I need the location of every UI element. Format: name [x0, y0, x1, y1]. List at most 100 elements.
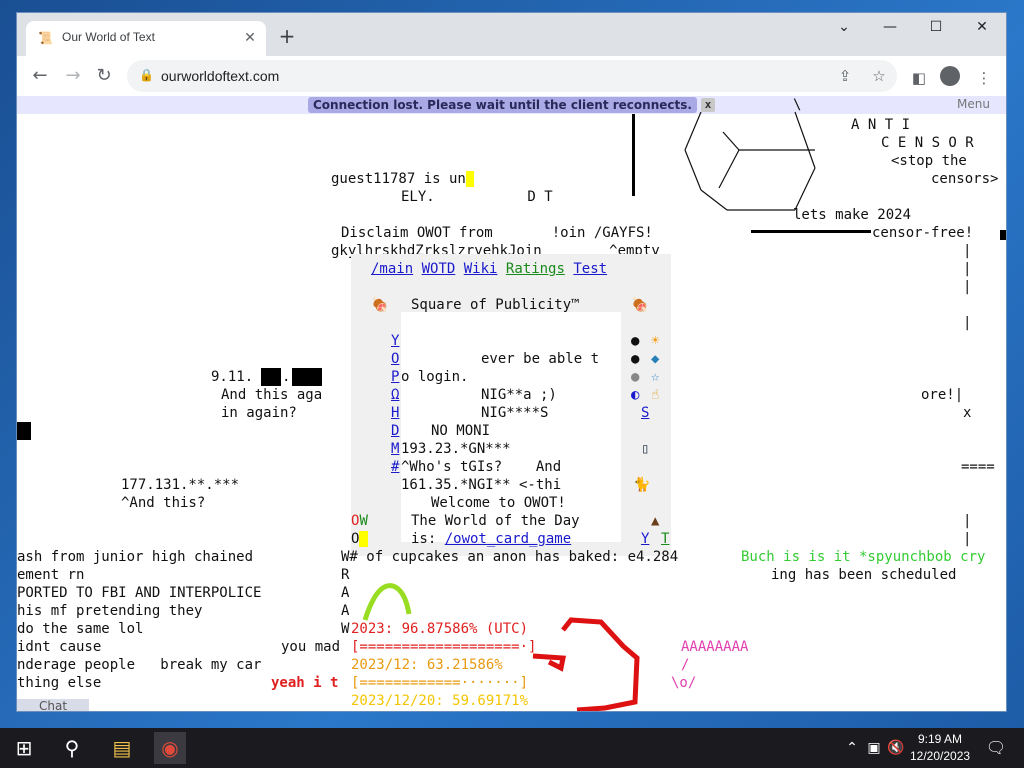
- meat-icon: 🍖: [371, 297, 389, 313]
- bar-char: |: [963, 279, 972, 295]
- wotd-text: The World of the Day: [411, 513, 580, 529]
- green-scribble: [362, 583, 412, 621]
- star-outline-icon: ☆: [651, 369, 660, 385]
- in-again-text: in again?: [221, 405, 297, 421]
- bar-char: |: [963, 243, 972, 259]
- redaction-block: [292, 368, 322, 386]
- s-link[interactable]: S: [641, 404, 649, 422]
- sidebar-icon[interactable]: ◧: [909, 68, 929, 88]
- aaaa-text: AAAAAAAA: [681, 639, 749, 655]
- star-icon[interactable]: ☆: [869, 66, 889, 86]
- cupcakes-text: W# of cupcakes an anon has baked: e4.284: [341, 549, 679, 565]
- maximize-icon[interactable]: ☐: [913, 13, 959, 41]
- side-letter-y[interactable]: Y: [391, 332, 399, 350]
- w2-text: W: [341, 621, 350, 637]
- equals-text: ====: [961, 459, 995, 475]
- world-canvas[interactable]: Connection lost. Please wait until the c…: [17, 96, 1006, 711]
- back-icon[interactable]: ←: [28, 64, 52, 88]
- share-icon[interactable]: ⇪: [835, 66, 855, 86]
- nig2-text: NIG****S: [481, 405, 549, 421]
- wotd-link[interactable]: /owot_card_game: [445, 531, 571, 547]
- new-tab-plus-icon[interactable]: +: [275, 25, 299, 49]
- forward-icon[interactable]: →: [61, 64, 85, 88]
- a1-text: A: [341, 585, 350, 601]
- yeah-text: yeah i t: [271, 675, 339, 691]
- and-this-again-text: And this aga: [221, 387, 323, 403]
- stick-figure-text: \o/: [671, 675, 697, 691]
- red-scribble: [532, 617, 640, 711]
- day-progress-text: 2023/12/20: 59.69171%: [351, 693, 529, 709]
- and-this-text: ^And this?: [121, 495, 206, 511]
- year-progress-bar: [===================·]: [351, 639, 537, 655]
- side-letter-d[interactable]: D: [391, 422, 399, 440]
- this-mf-text: his mf pretending they: [17, 603, 203, 619]
- reported-text: PORTED TO FBI AND INTERPOLICE: [17, 585, 262, 601]
- welcome-text: Welcome to OWOT!: [431, 495, 566, 511]
- spyunchbob-text: Buch is is it *spyunchbob cry: [741, 549, 986, 565]
- nav-test-link[interactable]: Test: [573, 261, 607, 277]
- who-text: ^Who's tGIs? And: [401, 459, 562, 475]
- you-mad-text: you mad: [281, 639, 341, 655]
- menu-button[interactable]: Menu: [957, 97, 990, 111]
- ip161-text: 161.35.*NGI** <-thi: [401, 477, 562, 493]
- nav-wotd-link[interactable]: WOTD: [422, 261, 456, 277]
- chevron-down-icon[interactable]: ⌄: [821, 13, 867, 41]
- month-progress-text: 2023/12: 63.21586%: [351, 657, 503, 673]
- browser-window: 📜 Our World of Text ✕ + ⌄ — ☐ ✕ ← → ↻ 🔒 …: [17, 13, 1006, 711]
- reload-icon[interactable]: ↻: [92, 64, 116, 88]
- dot-icon: ●: [631, 369, 640, 385]
- close-tab-icon[interactable]: ✕: [240, 28, 260, 48]
- year-progress-text: 2023: 96.87586% (UTC): [351, 621, 529, 637]
- clock[interactable]: 9:19 AM 12/20/2023: [910, 731, 970, 765]
- panel-nav: /main WOTD Wiki Ratings Test: [371, 260, 607, 278]
- chrome-icon[interactable]: ◉: [154, 732, 186, 764]
- side-letter-p[interactable]: P: [391, 368, 399, 386]
- close-window-icon[interactable]: ✕: [959, 13, 1005, 41]
- side-letter-h[interactable]: H: [391, 404, 399, 422]
- profile-icon[interactable]: [940, 66, 960, 86]
- lock-icon[interactable]: 🔒: [139, 68, 154, 82]
- file-explorer-icon[interactable]: ▤: [106, 732, 138, 764]
- side-letter-hash[interactable]: #: [391, 458, 399, 476]
- phone-icon: ▯: [641, 441, 650, 457]
- side-letter-m[interactable]: M: [391, 440, 399, 458]
- windows-start-icon[interactable]: ⊞: [8, 732, 40, 764]
- nav-ratings-link[interactable]: Ratings: [506, 261, 565, 277]
- y-link[interactable]: Y: [641, 530, 649, 548]
- volume-muted-icon[interactable]: 🔇: [880, 732, 912, 764]
- search-icon[interactable]: ⚲: [56, 732, 88, 764]
- r-text: R: [341, 567, 350, 583]
- guest-text: guest11787 is un: [331, 170, 475, 188]
- ement-text: ement rn: [17, 567, 85, 583]
- chat-button[interactable]: Chat: [17, 699, 89, 711]
- scheduled-text: ing has been scheduled: [771, 567, 957, 583]
- connection-banner: Connection lost. Please wait until the c…: [17, 96, 1006, 114]
- clock-time: 9:19 AM: [917, 732, 963, 746]
- nav-wiki-link[interactable]: Wiki: [464, 261, 498, 277]
- taskbar: ⊞ ⚲ ▤ ◉ ⌃ ▣ 🔇 9:19 AM 12/20/2023 🗨: [0, 728, 1024, 768]
- t-link[interactable]: T: [661, 530, 669, 548]
- redaction-block: [261, 368, 281, 386]
- minimize-icon[interactable]: —: [867, 13, 913, 41]
- browser-toolbar: ← → ↻ 🔒 ourworldoftext.com ⇪ ☆ ◧ ⋮: [17, 56, 1006, 96]
- side-letter-o[interactable]: O: [391, 350, 399, 368]
- cat-icon: 🐈: [633, 477, 651, 493]
- side-letter-omega[interactable]: Ω: [391, 386, 399, 404]
- address-bar[interactable]: 🔒 ourworldoftext.com ⇪ ☆: [127, 60, 897, 92]
- notifications-icon[interactable]: 🗨: [980, 732, 1012, 764]
- tab-our-world-of-text[interactable]: 📜 Our World of Text ✕: [26, 21, 266, 56]
- nav-main-link[interactable]: /main: [371, 261, 413, 277]
- disclaim-text: Disclaim OWOT from !oin /GAYFS!: [341, 225, 653, 241]
- bar-char: |: [963, 315, 972, 331]
- a2-text: A: [341, 603, 350, 619]
- url-text[interactable]: ourworldoftext.com: [161, 68, 279, 84]
- meat-icon: 🍖: [631, 297, 649, 313]
- menu-icon[interactable]: ⋮: [974, 68, 994, 88]
- didnt-cause-text: idnt cause: [17, 639, 102, 655]
- nine-eleven-text: 9.11.: [211, 369, 254, 385]
- black-block: [1000, 230, 1006, 240]
- slash-text: /: [681, 657, 690, 673]
- divider-line: [751, 230, 871, 233]
- censors-text: censors>: [931, 171, 999, 187]
- no-moni-text: NO MONI: [431, 423, 491, 439]
